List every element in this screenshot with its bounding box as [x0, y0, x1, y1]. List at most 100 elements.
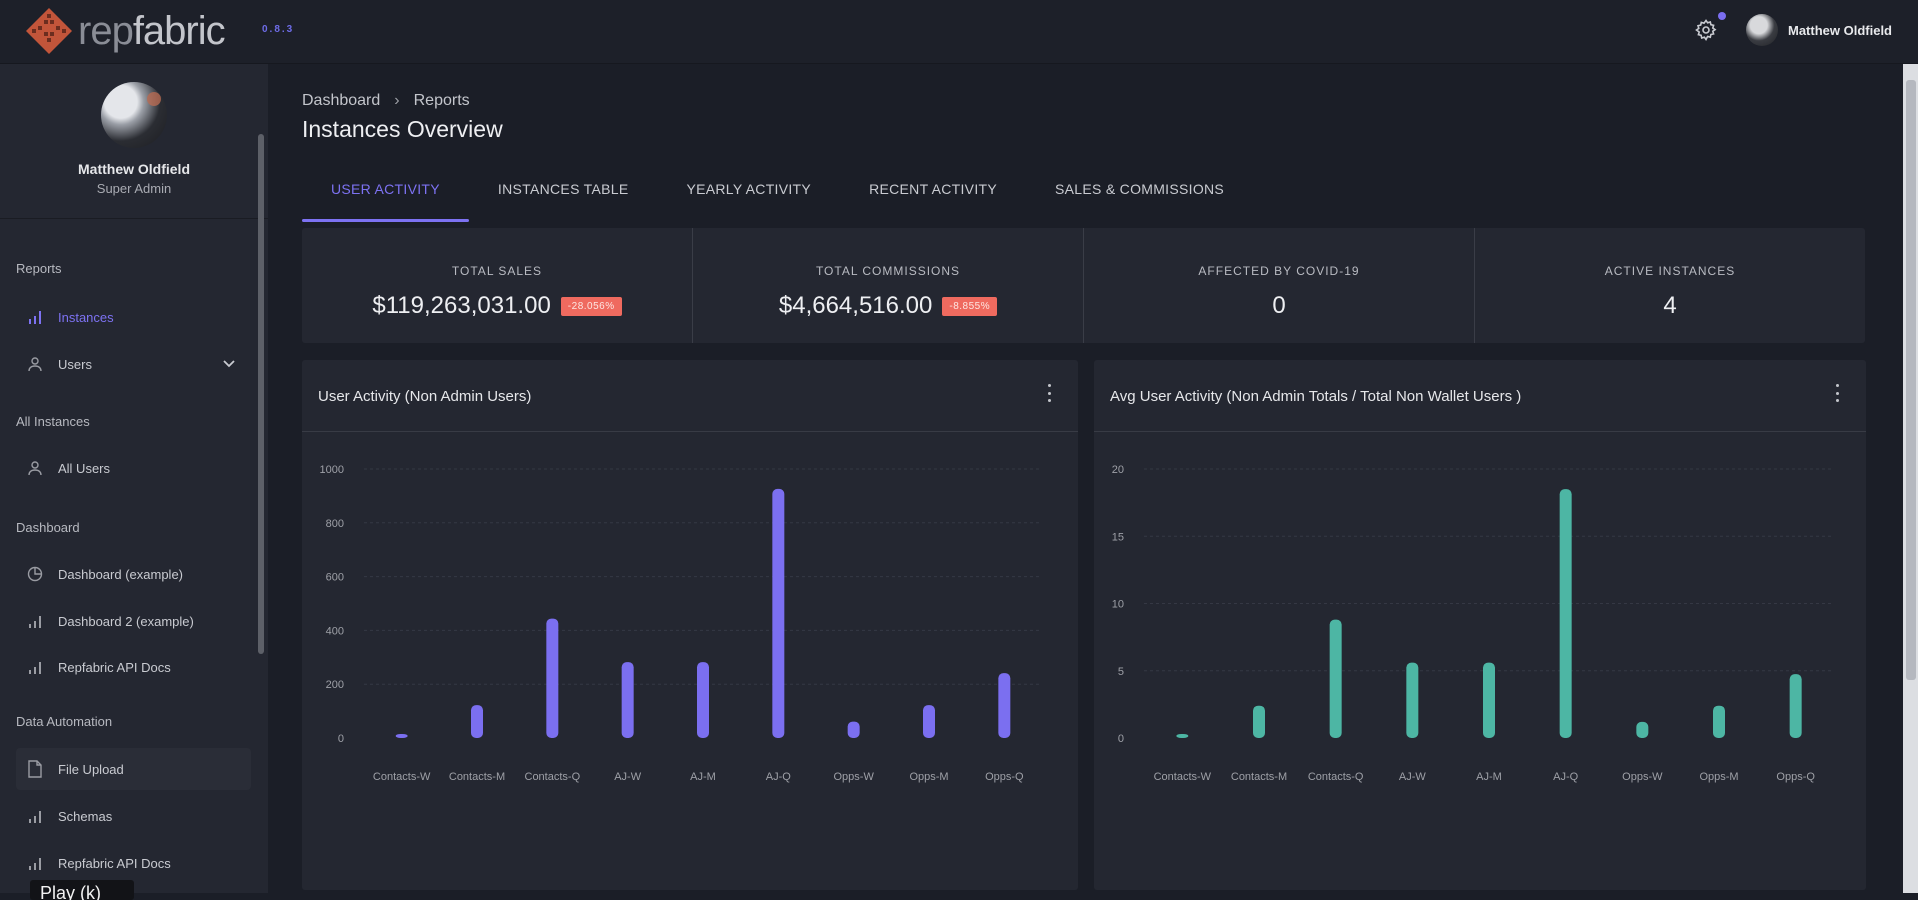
- sidebar-item-all-users[interactable]: All Users: [16, 447, 251, 489]
- y-tick-label: 200: [326, 679, 344, 691]
- bar-contacts-m[interactable]: [471, 705, 483, 738]
- bar-aj-m[interactable]: [1483, 662, 1495, 738]
- bar-aj-q[interactable]: [1559, 489, 1572, 738]
- user-avatar[interactable]: [1746, 14, 1778, 46]
- y-tick-label: 5: [1118, 666, 1124, 678]
- bar-opps-m[interactable]: [923, 705, 935, 738]
- bar-opps-q[interactable]: [998, 673, 1011, 738]
- tab-recent-activity[interactable]: RECENT ACTIVITY: [840, 176, 1026, 222]
- change-badge: -8.855%: [942, 296, 998, 316]
- chevron-right-icon: ›: [394, 92, 400, 109]
- stat-label: TOTAL COMMISSIONS: [815, 264, 961, 278]
- more-options-icon[interactable]: [1046, 384, 1052, 402]
- page-title: Instances Overview: [302, 116, 503, 142]
- tab-instances-table[interactable]: INSTANCES TABLE: [469, 176, 658, 222]
- sidebar-item-label: Dashboard 2 (example): [58, 613, 194, 629]
- bar-contacts-q[interactable]: [1329, 619, 1342, 738]
- section-all-instances: All Instances: [16, 414, 90, 429]
- sidebar-item-schemas[interactable]: Schemas: [16, 795, 251, 837]
- bar-opps-w[interactable]: [847, 721, 860, 738]
- bar-opps-w[interactable]: [1636, 721, 1649, 738]
- x-tick-label: AJ-M: [690, 771, 716, 783]
- more-options-icon[interactable]: [1834, 384, 1840, 402]
- avg-user-activity-card: Avg User Activity (Non Admin Totals / To…: [1094, 360, 1866, 890]
- y-tick-label: 20: [1112, 464, 1124, 476]
- bar-chart-icon: [26, 854, 44, 872]
- sidebar-item-label: Instances: [58, 309, 114, 325]
- stat-active-instances: ACTIVE INSTANCES 4: [1475, 228, 1865, 343]
- x-tick-label: AJ-Q: [766, 771, 792, 783]
- x-tick-label: AJ-W: [614, 771, 642, 783]
- section-reports: Reports: [16, 261, 62, 276]
- sidebar-item-label: Schemas: [58, 808, 113, 824]
- video-tooltip: Play (k): [30, 880, 134, 900]
- tabs: USER ACTIVITY INSTANCES TABLE YEARLY ACT…: [302, 176, 1253, 228]
- bar-opps-q[interactable]: [1789, 674, 1802, 738]
- profile-avatar[interactable]: [101, 82, 167, 148]
- main-content: Dashboard › Reports Instances Overview U…: [268, 64, 1903, 893]
- tab-yearly-activity[interactable]: YEARLY ACTIVITY: [657, 176, 840, 222]
- tab-user-activity[interactable]: USER ACTIVITY: [302, 176, 469, 222]
- divider: [0, 218, 268, 219]
- y-tick-label: 0: [338, 733, 344, 745]
- user-activity-chart: 0 200 400 600 800 1000 Contacts-W Contacts-M Con…: [320, 464, 1042, 783]
- top-bar: repfabric 0.8.3 Matthew Oldfield: [0, 0, 1918, 64]
- page-scrollbar-thumb[interactable]: [1906, 80, 1916, 680]
- sidebar-item-label: File Upload: [58, 761, 124, 777]
- x-tick-label: Contacts-M: [1231, 771, 1287, 783]
- x-tick-label: AJ-W: [1399, 771, 1427, 783]
- stat-value: $119,263,031.00: [372, 292, 551, 319]
- sidebar-item-dashboard-2-example[interactable]: Dashboard 2 (example): [16, 600, 251, 642]
- stat-total-sales: TOTAL SALES $119,263,031.00 -28.056%: [302, 228, 693, 343]
- stat-value: 0: [1272, 292, 1286, 319]
- stat-label: ACTIVE INSTANCES: [1604, 264, 1736, 278]
- chevron-down-icon[interactable]: [221, 355, 237, 371]
- profile: Matthew Oldfield Super Admin: [0, 64, 268, 196]
- bar-aj-w[interactable]: [1406, 662, 1419, 738]
- bar-contacts-m[interactable]: [1253, 705, 1265, 738]
- x-tick-label: Contacts-M: [449, 771, 505, 783]
- sidebar-item-label: All Users: [58, 460, 111, 476]
- tab-sales-commissions[interactable]: SALES & COMMISSIONS: [1026, 176, 1253, 222]
- sidebar-item-label: Users: [58, 356, 92, 372]
- logo-text: repfabric: [78, 8, 226, 53]
- user-activity-card: User Activity (Non Admin Users) 0 200 400 6…: [302, 360, 1078, 890]
- stat-label: AFFECTED BY COVID-19: [1198, 264, 1360, 278]
- change-badge: -28.056%: [560, 296, 622, 316]
- profile-role: Super Admin: [96, 181, 172, 196]
- x-tick-label: Opps-W: [833, 771, 874, 783]
- sidebar-item-users[interactable]: Users: [16, 343, 251, 385]
- user-name[interactable]: Matthew Oldfield: [1788, 23, 1892, 38]
- bar-chart-icon: [26, 807, 44, 825]
- sidebar-item-dashboard-example[interactable]: Dashboard (example): [16, 553, 251, 595]
- bar-contacts-w[interactable]: [395, 733, 408, 738]
- sidebar-item-api-docs[interactable]: Repfabric API Docs: [16, 646, 251, 688]
- chart-title: User Activity (Non Admin Users): [318, 388, 532, 405]
- version-badge: 0.8.3: [262, 24, 295, 35]
- sidebar-item-api-docs-2[interactable]: Repfabric API Docs: [16, 842, 251, 884]
- bar-contacts-w[interactable]: [1176, 733, 1189, 738]
- stat-value: $4,664,516.00: [778, 292, 933, 319]
- bar-aj-m[interactable]: [697, 662, 709, 738]
- sidebar-item-instances[interactable]: Instances: [16, 296, 251, 338]
- bar-opps-m[interactable]: [1713, 705, 1725, 738]
- breadcrumb-dashboard[interactable]: Dashboard: [302, 92, 380, 110]
- bar-contacts-q[interactable]: [546, 618, 559, 738]
- notification-dot: [1718, 12, 1726, 20]
- breadcrumb-reports[interactable]: Reports: [414, 92, 470, 110]
- x-tick-label: Opps-Q: [1776, 771, 1815, 783]
- bar-aj-w[interactable]: [621, 662, 634, 738]
- x-tick-label: Contacts-Q: [1308, 771, 1364, 783]
- bar-aj-q[interactable]: [772, 488, 785, 738]
- x-tick-label: Opps-W: [1622, 771, 1663, 783]
- sidebar-scrollbar[interactable]: [258, 134, 264, 654]
- chart-title: Avg User Activity (Non Admin Totals / To…: [1110, 388, 1522, 405]
- settings-button[interactable]: [1694, 12, 1726, 42]
- bar-chart-icon: [26, 612, 44, 630]
- y-tick-label: 1000: [320, 464, 344, 476]
- avg-user-activity-chart: 0 5 10 15 20 Contacts-W Contacts-M Contacts-Q AJ…: [1112, 464, 1834, 783]
- sidebar-item-file-upload[interactable]: File Upload: [16, 748, 251, 790]
- repfabric-logo[interactable]: repfabric: [24, 6, 226, 56]
- x-tick-label: Contacts-W: [373, 771, 431, 783]
- y-tick-label: 800: [326, 518, 344, 530]
